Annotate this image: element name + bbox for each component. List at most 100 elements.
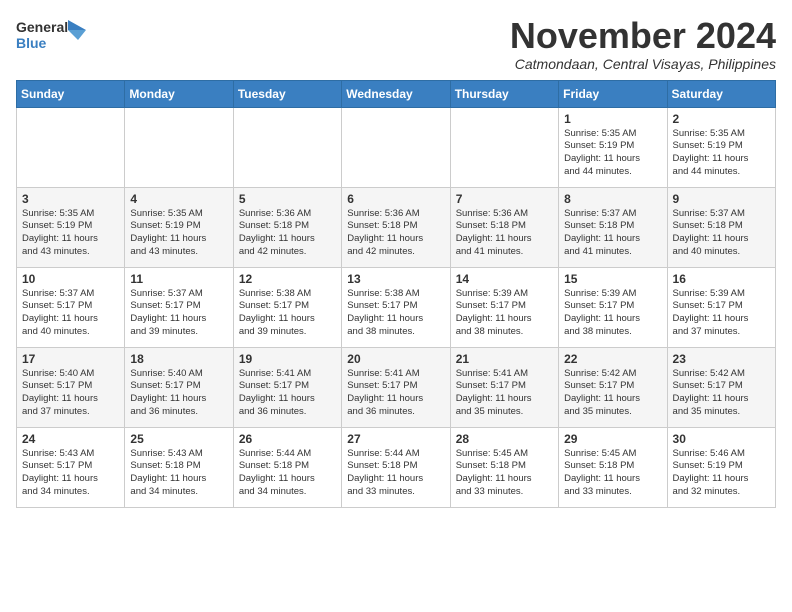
- calendar-cell: 14 Sunrise: 5:39 AM Sunset: 5:17 PM Dayli…: [450, 267, 558, 347]
- calendar-cell: 26 Sunrise: 5:44 AM Sunset: 5:18 PM Dayli…: [233, 427, 341, 507]
- calendar-cell: 30Sunrise: 5:46 AM Sunset: 5:19 PM Dayli…: [667, 427, 775, 507]
- day-number: 10: [22, 272, 119, 286]
- location: Catmondaan, Central Visayas, Philippines: [510, 56, 776, 72]
- calendar-cell: 7 Sunrise: 5:36 AM Sunset: 5:18 PM Daylig…: [450, 187, 558, 267]
- day-info: Sunrise: 5:35 AM Sunset: 5:19 PM Dayligh…: [130, 208, 227, 259]
- day-number: 12: [239, 272, 336, 286]
- day-info: Sunrise: 5:36 AM Sunset: 5:18 PM Dayligh…: [239, 208, 336, 259]
- svg-text:General: General: [16, 19, 68, 35]
- calendar-cell: 27 Sunrise: 5:44 AM Sunset: 5:18 PM Dayli…: [342, 427, 450, 507]
- calendar-cell: 8Sunrise: 5:37 AM Sunset: 5:18 PM Daylig…: [559, 187, 667, 267]
- calendar-cell: 21 Sunrise: 5:41 AM Sunset: 5:17 PM Dayli…: [450, 347, 558, 427]
- day-number: 26: [239, 432, 336, 446]
- day-number: 5: [239, 192, 336, 206]
- day-info: Sunrise: 5:42 AM Sunset: 5:17 PM Dayligh…: [564, 368, 661, 419]
- calendar-cell: 17Sunrise: 5:40 AM Sunset: 5:17 PM Dayli…: [17, 347, 125, 427]
- month-title: November 2024: [510, 16, 776, 56]
- calendar-cell: 15 Sunrise: 5:39 AM Sunset: 5:17 PM Dayli…: [559, 267, 667, 347]
- svg-text:Blue: Blue: [16, 35, 47, 51]
- weekday-header-monday: Monday: [125, 80, 233, 107]
- calendar-cell: 23 Sunrise: 5:42 AM Sunset: 5:17 PM Dayli…: [667, 347, 775, 427]
- day-number: 7: [456, 192, 553, 206]
- day-info: Sunrise: 5:41 AM Sunset: 5:17 PM Dayligh…: [347, 368, 444, 419]
- calendar-week-3: 10 Sunrise: 5:37 AM Sunset: 5:17 PM Dayli…: [17, 267, 776, 347]
- weekday-header-friday: Friday: [559, 80, 667, 107]
- day-number: 19: [239, 352, 336, 366]
- day-info: Sunrise: 5:41 AM Sunset: 5:17 PM Dayligh…: [239, 368, 336, 419]
- day-number: 27: [347, 432, 444, 446]
- day-number: 22: [564, 352, 661, 366]
- day-info: Sunrise: 5:39 AM Sunset: 5:17 PM Dayligh…: [564, 288, 661, 339]
- weekday-header-row: SundayMondayTuesdayWednesdayThursdayFrid…: [17, 80, 776, 107]
- calendar-cell: 5 Sunrise: 5:36 AM Sunset: 5:18 PM Daylig…: [233, 187, 341, 267]
- day-info: Sunrise: 5:38 AM Sunset: 5:17 PM Dayligh…: [239, 288, 336, 339]
- day-number: 28: [456, 432, 553, 446]
- calendar-cell: 13 Sunrise: 5:38 AM Sunset: 5:17 PM Dayli…: [342, 267, 450, 347]
- calendar-cell: 12 Sunrise: 5:38 AM Sunset: 5:17 PM Dayli…: [233, 267, 341, 347]
- calendar-cell: [450, 107, 558, 187]
- calendar-cell: 11Sunrise: 5:37 AM Sunset: 5:17 PM Dayli…: [125, 267, 233, 347]
- day-info: Sunrise: 5:45 AM Sunset: 5:18 PM Dayligh…: [456, 448, 553, 499]
- day-number: 4: [130, 192, 227, 206]
- calendar-cell: 28 Sunrise: 5:45 AM Sunset: 5:18 PM Dayli…: [450, 427, 558, 507]
- calendar-cell: [125, 107, 233, 187]
- calendar-cell: 10 Sunrise: 5:37 AM Sunset: 5:17 PM Dayli…: [17, 267, 125, 347]
- calendar-cell: 29Sunrise: 5:45 AM Sunset: 5:18 PM Dayli…: [559, 427, 667, 507]
- day-number: 21: [456, 352, 553, 366]
- day-info: Sunrise: 5:45 AM Sunset: 5:18 PM Dayligh…: [564, 448, 661, 499]
- calendar: SundayMondayTuesdayWednesdayThursdayFrid…: [16, 80, 776, 508]
- weekday-header-saturday: Saturday: [667, 80, 775, 107]
- day-info: Sunrise: 5:43 AM Sunset: 5:18 PM Dayligh…: [130, 448, 227, 499]
- title-block: November 2024 Catmondaan, Central Visaya…: [510, 16, 776, 72]
- logo: GeneralBlue: [16, 16, 86, 56]
- calendar-week-4: 17Sunrise: 5:40 AM Sunset: 5:17 PM Dayli…: [17, 347, 776, 427]
- day-number: 14: [456, 272, 553, 286]
- day-number: 3: [22, 192, 119, 206]
- day-number: 9: [673, 192, 770, 206]
- page-header: GeneralBlue November 2024 Catmondaan, Ce…: [16, 16, 776, 72]
- day-info: Sunrise: 5:44 AM Sunset: 5:18 PM Dayligh…: [239, 448, 336, 499]
- day-number: 15: [564, 272, 661, 286]
- day-number: 20: [347, 352, 444, 366]
- day-info: Sunrise: 5:35 AM Sunset: 5:19 PM Dayligh…: [22, 208, 119, 259]
- calendar-cell: 24Sunrise: 5:43 AM Sunset: 5:17 PM Dayli…: [17, 427, 125, 507]
- calendar-cell: 16Sunrise: 5:39 AM Sunset: 5:17 PM Dayli…: [667, 267, 775, 347]
- calendar-cell: [17, 107, 125, 187]
- day-number: 1: [564, 112, 661, 126]
- day-info: Sunrise: 5:40 AM Sunset: 5:17 PM Dayligh…: [130, 368, 227, 419]
- calendar-cell: 25 Sunrise: 5:43 AM Sunset: 5:18 PM Dayli…: [125, 427, 233, 507]
- calendar-week-5: 24Sunrise: 5:43 AM Sunset: 5:17 PM Dayli…: [17, 427, 776, 507]
- day-number: 18: [130, 352, 227, 366]
- weekday-header-sunday: Sunday: [17, 80, 125, 107]
- day-info: Sunrise: 5:36 AM Sunset: 5:18 PM Dayligh…: [456, 208, 553, 259]
- day-info: Sunrise: 5:42 AM Sunset: 5:17 PM Dayligh…: [673, 368, 770, 419]
- day-info: Sunrise: 5:35 AM Sunset: 5:19 PM Dayligh…: [564, 128, 661, 179]
- calendar-cell: 2Sunrise: 5:35 AM Sunset: 5:19 PM Daylig…: [667, 107, 775, 187]
- day-info: Sunrise: 5:38 AM Sunset: 5:17 PM Dayligh…: [347, 288, 444, 339]
- day-number: 2: [673, 112, 770, 126]
- day-number: 24: [22, 432, 119, 446]
- day-info: Sunrise: 5:36 AM Sunset: 5:18 PM Dayligh…: [347, 208, 444, 259]
- day-info: Sunrise: 5:39 AM Sunset: 5:17 PM Dayligh…: [456, 288, 553, 339]
- logo-svg: GeneralBlue: [16, 16, 86, 56]
- day-number: 30: [673, 432, 770, 446]
- calendar-cell: 9Sunrise: 5:37 AM Sunset: 5:18 PM Daylig…: [667, 187, 775, 267]
- day-info: Sunrise: 5:41 AM Sunset: 5:17 PM Dayligh…: [456, 368, 553, 419]
- day-info: Sunrise: 5:40 AM Sunset: 5:17 PM Dayligh…: [22, 368, 119, 419]
- day-number: 13: [347, 272, 444, 286]
- day-number: 25: [130, 432, 227, 446]
- calendar-cell: 1 Sunrise: 5:35 AM Sunset: 5:19 PM Daylig…: [559, 107, 667, 187]
- calendar-cell: 18 Sunrise: 5:40 AM Sunset: 5:17 PM Dayli…: [125, 347, 233, 427]
- calendar-cell: 3 Sunrise: 5:35 AM Sunset: 5:19 PM Daylig…: [17, 187, 125, 267]
- day-info: Sunrise: 5:37 AM Sunset: 5:17 PM Dayligh…: [22, 288, 119, 339]
- day-number: 6: [347, 192, 444, 206]
- weekday-header-wednesday: Wednesday: [342, 80, 450, 107]
- day-number: 8: [564, 192, 661, 206]
- calendar-week-2: 3 Sunrise: 5:35 AM Sunset: 5:19 PM Daylig…: [17, 187, 776, 267]
- calendar-cell: 6 Sunrise: 5:36 AM Sunset: 5:18 PM Daylig…: [342, 187, 450, 267]
- calendar-cell: 19 Sunrise: 5:41 AM Sunset: 5:17 PM Dayli…: [233, 347, 341, 427]
- day-info: Sunrise: 5:44 AM Sunset: 5:18 PM Dayligh…: [347, 448, 444, 499]
- calendar-cell: [342, 107, 450, 187]
- calendar-cell: 20 Sunrise: 5:41 AM Sunset: 5:17 PM Dayli…: [342, 347, 450, 427]
- day-number: 23: [673, 352, 770, 366]
